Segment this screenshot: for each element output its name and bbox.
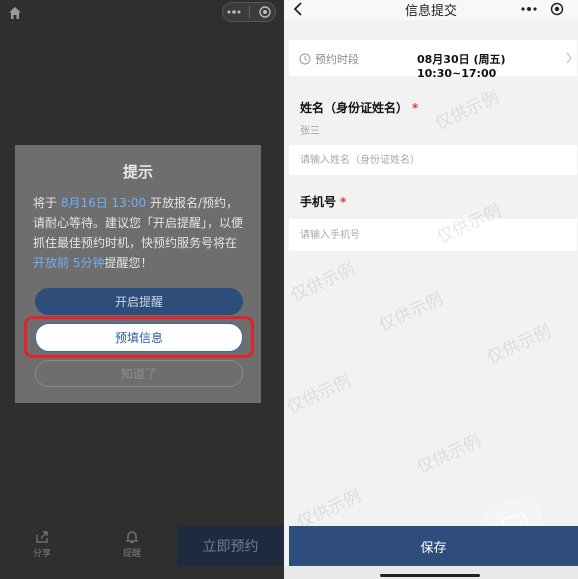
got-it-button[interactable]: 知道了 bbox=[35, 360, 243, 387]
share-label: 分享 bbox=[32, 549, 51, 559]
nav-bar: 信息提交 bbox=[284, 0, 578, 20]
modal-message: 将于 8月16日 13:00 开放报名/预约，请耐心等待。建议您「开启提醒」，以… bbox=[33, 193, 247, 273]
message-open-time: 8月16日 13:00 bbox=[60, 196, 147, 210]
close-target-icon[interactable] bbox=[259, 6, 271, 18]
close-target-icon[interactable] bbox=[550, 2, 564, 16]
book-now-button[interactable]: 立即预约 bbox=[177, 526, 284, 566]
capsule-divider bbox=[249, 6, 251, 18]
name-required-mark: * bbox=[412, 101, 419, 115]
phone-label-text: 手机号 bbox=[300, 195, 337, 209]
time-slot-label: 预约时段 bbox=[315, 53, 359, 66]
chevron-right-icon bbox=[566, 52, 572, 64]
message-part1: 将于 bbox=[33, 196, 61, 210]
name-input[interactable] bbox=[289, 145, 577, 175]
time-slot-row[interactable]: 预约时段 08月30日 (周五) 10:30~17:00 bbox=[289, 40, 577, 80]
message-part3: 提醒您！ bbox=[104, 256, 153, 270]
watermark: 仅供示例 bbox=[288, 259, 359, 307]
more-dots-icon[interactable] bbox=[520, 1, 538, 17]
remind-label: 提醒 bbox=[122, 549, 141, 559]
phone-field-label: 手机号 * bbox=[300, 193, 346, 210]
save-button[interactable]: 保存 bbox=[289, 526, 578, 566]
prefill-info-button[interactable]: 预填信息 bbox=[35, 323, 243, 352]
share-icon bbox=[36, 531, 48, 543]
bottom-safe-area bbox=[284, 566, 578, 579]
name-label-text: 姓名（身份证姓名） bbox=[300, 101, 409, 115]
enable-reminder-button[interactable]: 开启提醒 bbox=[35, 288, 243, 315]
home-indicator bbox=[380, 574, 480, 577]
name-field-label: 姓名（身份证姓名） * bbox=[300, 99, 418, 116]
time-slot-value: 08月30日 (周五) 10:30~17:00 bbox=[417, 53, 506, 80]
share-tab[interactable]: 分享 bbox=[30, 530, 54, 559]
left-screen: 提示 将于 8月16日 13:00 开放报名/预约，请耐心等待。建议您「开启提醒… bbox=[0, 0, 284, 579]
reminder-modal: 提示 将于 8月16日 13:00 开放报名/预约，请耐心等待。建议您「开启提醒… bbox=[15, 145, 261, 403]
modal-title: 提示 bbox=[122, 163, 153, 181]
watermark: 仅供示例 bbox=[414, 431, 485, 479]
more-dots-icon[interactable] bbox=[227, 9, 241, 15]
remind-tab[interactable]: 提醒 bbox=[120, 530, 144, 559]
app-stage: 提示 将于 8月16日 13:00 开放报名/预约，请耐心等待。建议您「开启提醒… bbox=[0, 0, 578, 579]
clock-icon bbox=[299, 53, 311, 65]
phone-required-mark: * bbox=[340, 195, 347, 209]
right-screen: 信息提交 预约时段 08月30日 (周五) 10:30~17:00 姓名（身份证… bbox=[284, 0, 578, 579]
watermark: 仅供示例 bbox=[484, 321, 555, 369]
bell-icon bbox=[125, 531, 139, 544]
watermark: 仅供示例 bbox=[284, 371, 355, 419]
watermark: 仅供示例 bbox=[432, 87, 503, 135]
watermark: 仅供示例 bbox=[376, 289, 447, 337]
message-open-before: 开放前 5分钟 bbox=[33, 256, 105, 270]
name-example-text: 张三 bbox=[300, 126, 320, 137]
mini-program-capsule bbox=[222, 2, 276, 22]
home-icon[interactable] bbox=[8, 6, 22, 20]
left-top-bar bbox=[0, 0, 284, 26]
phone-input[interactable] bbox=[289, 219, 577, 251]
